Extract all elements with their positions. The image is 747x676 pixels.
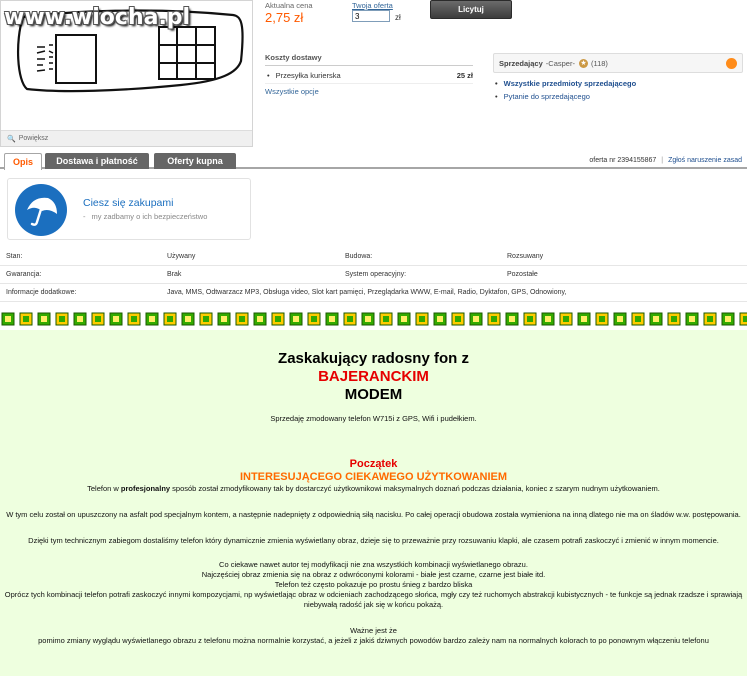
seller-name[interactable]: -Casper- <box>546 59 575 68</box>
desc-paragraph: Ważne jest że <box>350 626 397 635</box>
desc-paragraph: Co ciekawe nawet autor tej modyfikacji n… <box>219 560 528 569</box>
star-icon: ★ <box>578 58 588 68</box>
param-label: Budowa: <box>345 253 373 260</box>
info-icon[interactable] <box>726 58 737 69</box>
product-image[interactable]: www.wiocha.pl 🔍 Powiększ <box>0 0 253 147</box>
price-label: Aktualna cena <box>265 1 313 10</box>
desc-paragraph: W tym celu został on upuszczony na asfal… <box>6 510 741 519</box>
all-shipping-options-link[interactable]: Wszystkie opcje <box>265 87 473 96</box>
your-offer-label[interactable]: Twoja oferta <box>352 1 393 10</box>
offer-meta: oferta nr 2394155867 | Zgłoś naruszenie … <box>589 157 742 164</box>
shipping-title: Koszty dostawy <box>265 53 473 66</box>
section-title-main: INTERESUJĄCEGO CIEKAWEGO UŻYTKOWANIEM <box>239 471 508 483</box>
desc-paragraph: Telefon też często pokazuje po prostu śn… <box>274 580 473 589</box>
shipping-amount: 25 zł <box>456 71 473 80</box>
param-value: Pozostałe <box>507 271 538 278</box>
zoom-label: Powiększ <box>18 135 49 142</box>
desc-paragraph: Najczęściej obraz zmienia się na obraz z… <box>201 570 546 579</box>
listing-header: www.wiocha.pl 🔍 Powiększ Aktualna cena 2… <box>0 0 747 150</box>
shipping-row: • Przesyłka kurierska 25 zł <box>265 66 473 84</box>
seller-box: Sprzedający -Casper- ★ (118) <box>493 53 743 73</box>
param-row: Informacje dodatkowe: Java, MMS, Odtwarz… <box>0 284 747 302</box>
offer-input[interactable] <box>352 10 390 22</box>
zoom-link[interactable]: 🔍 Powiększ <box>1 130 252 146</box>
ask-seller-link[interactable]: Pytanie do sprzedającego <box>495 92 590 101</box>
shipping-method: • Przesyłka kurierska <box>267 71 341 80</box>
seller-label: Sprzedający <box>499 58 543 68</box>
tab-shipping-payment[interactable]: Dostawa i płatność <box>45 153 149 169</box>
offer-number: oferta nr 2394155867 <box>589 157 657 164</box>
desc-paragraph: Dzięki tym technicznym zabiegom dostaliś… <box>28 536 719 545</box>
desc-title-line2: BAJERANCKIM <box>318 368 429 385</box>
param-label: Stan: <box>6 253 23 260</box>
report-violation-link[interactable]: Zgłoś naruszenie zasad <box>668 157 742 164</box>
safety-title: Ciesz się zakupami <box>83 197 174 209</box>
watermark-text: www.wiocha.pl <box>4 5 191 30</box>
safety-banner: Ciesz się zakupami - my zadbamy o ich bez… <box>7 178 251 240</box>
desc-title-line1: Zaskakujący radosny fon z <box>278 350 469 367</box>
desc-intro: Sprzedaję zmodowany telefon W715i z GPS,… <box>270 414 477 423</box>
description: Zaskakujący radosny fon z BAJERANCKIM MO… <box>0 330 747 676</box>
param-label: Informacje dodatkowe: <box>6 289 77 296</box>
item-parameters: Stan: Używany Budowa: Rozsuwany Gwarancj… <box>0 248 747 302</box>
price-value: 2,75 zł <box>265 10 304 25</box>
param-label: Gwarancja: <box>6 271 42 278</box>
decorative-border <box>0 309 747 329</box>
umbrella-icon <box>15 184 67 236</box>
param-value: Rozsuwany <box>507 253 544 260</box>
price-box: Aktualna cena 2,75 zł Twoja oferta zł Li… <box>265 0 735 30</box>
tab-description[interactable]: Opis <box>4 153 42 170</box>
param-value: Java, MMS, Odtwarzacz MP3, Obsługa video… <box>167 289 567 296</box>
shipping-costs: Koszty dostawy • Przesyłka kurierska 25 z… <box>265 53 473 96</box>
param-row: Stan: Używany Budowa: Rozsuwany <box>0 248 747 266</box>
param-value: Brak <box>167 271 182 278</box>
param-label: System operacyjny: <box>345 271 407 278</box>
section-title-start: Początek <box>349 458 398 470</box>
desc-paragraph: Telefon w profesjonalny sposób został zm… <box>87 484 660 493</box>
desc-paragraph: pomimo zmiany wyglądu wyświetlanego obra… <box>38 636 709 645</box>
desc-paragraph: Oprócz tych kombinacji telefon potrafi z… <box>4 590 743 609</box>
param-value: Używany <box>167 253 196 260</box>
param-row: Gwarancja: Brak System operacyjny: Pozos… <box>0 266 747 284</box>
bid-button[interactable]: Licytuj <box>430 0 512 19</box>
all-seller-items-link[interactable]: Wszystkie przedmioty sprzedającego <box>495 79 637 88</box>
safety-subtitle: - my zadbamy o ich bezpieczeństwo <box>83 212 208 221</box>
offer-currency: zł <box>395 13 401 22</box>
seller-rating[interactable]: (118) <box>591 59 608 68</box>
tab-bar: Opis Dostawa i płatność Oferty kupna ofe… <box>0 153 747 170</box>
magnifier-icon: 🔍 <box>7 135 16 143</box>
desc-title-line3: MODEM <box>344 386 403 403</box>
tab-purchase-offers[interactable]: Oferty kupna <box>154 153 236 169</box>
